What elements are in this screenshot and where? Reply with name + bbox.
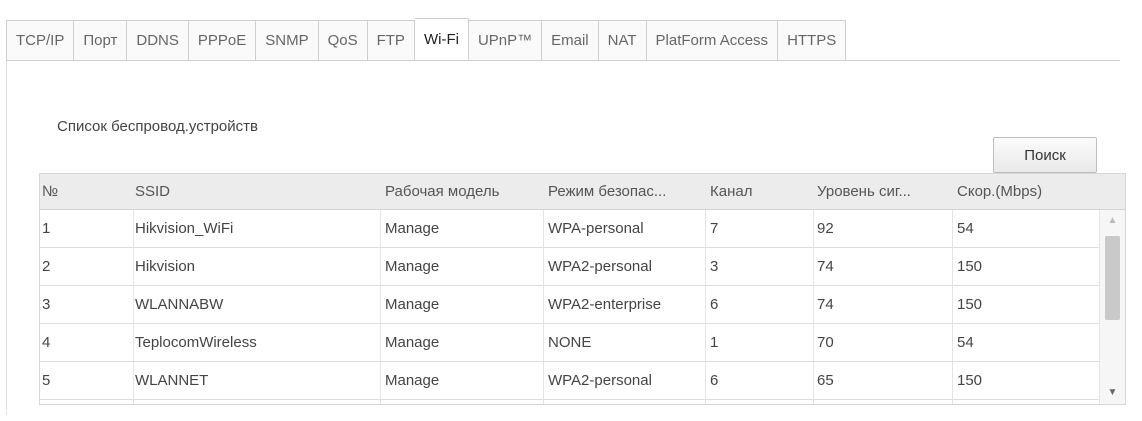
column-header-channel[interactable]: Канал (710, 183, 790, 200)
tab-pppoe[interactable]: PPPoE (188, 20, 257, 60)
cell-speed: 54 (957, 220, 974, 237)
cell-speed: 150 (957, 372, 983, 389)
tab-label: DDNS (136, 32, 179, 49)
cell-security-mode: NONE (548, 334, 592, 351)
tab-label: Wi-Fi (423, 30, 459, 48)
tab-label: PlatForm Access (655, 32, 769, 49)
cell-speed: 54 (957, 334, 974, 351)
wireless-device-table: № SSID Рабочая модель Режим безопас... К… (39, 173, 1126, 405)
cell-number: 2 (42, 258, 51, 275)
tab-upnp[interactable]: UPnP™ (468, 20, 543, 60)
column-divider (380, 210, 381, 404)
table-row[interactable]: 5 WLANNET Manage WPA2-personal 6 65 150 (40, 362, 1100, 400)
cell-ssid: Hikvision_WiFi (135, 220, 234, 237)
tab-label: QoS (327, 32, 358, 49)
column-divider (543, 210, 544, 404)
cell-work-mode: Manage (385, 258, 440, 275)
cell-number: 4 (42, 334, 51, 351)
cell-channel: 6 (710, 296, 719, 313)
cell-signal-level: 70 (817, 334, 834, 351)
table-row[interactable]: 4 TeplocomWireless Manage NONE 1 70 54 (40, 324, 1100, 362)
cell-work-mode: Manage (385, 372, 440, 389)
cell-number: 5 (42, 372, 51, 389)
tab-label: NAT (607, 32, 637, 49)
tab-label: FTP (376, 32, 405, 49)
column-header-speed[interactable]: Скор.(Mbps) (957, 183, 1087, 200)
table-row[interactable]: 1 Hikvision_WiFi Manage WPA-personal 7 9… (40, 210, 1100, 248)
cell-ssid: TeplocomWireless (135, 334, 257, 351)
cell-work-mode: Manage (385, 220, 440, 237)
table-row[interactable]: 2 Hikvision Manage WPA2-personal 3 74 15… (40, 248, 1100, 286)
tab-platform-access[interactable]: PlatForm Access (646, 20, 779, 60)
tab-label: Порт (83, 32, 118, 49)
scroll-up-icon[interactable]: ▲ (1100, 212, 1125, 230)
tab-label: TCP/IP (16, 32, 65, 49)
tab-label: UPnP™ (477, 32, 533, 49)
tab-https[interactable]: HTTPS (778, 20, 847, 60)
cell-work-mode: Manage (385, 296, 440, 313)
scrollbar-thumb[interactable] (1105, 236, 1120, 320)
column-divider (813, 210, 814, 404)
tab-tcpip[interactable]: TCP/IP (6, 20, 75, 60)
column-divider (705, 210, 706, 404)
tab-qos[interactable]: QoS (318, 20, 368, 60)
cell-channel: 3 (710, 258, 719, 275)
cell-signal-level: 92 (817, 220, 834, 237)
cell-number: 1 (42, 220, 51, 237)
cell-channel: 6 (710, 372, 719, 389)
column-header-signal-level[interactable]: Уровень сиг... (817, 183, 950, 200)
tab-email[interactable]: Email (542, 20, 599, 60)
tab-ftp[interactable]: FTP (367, 20, 415, 60)
tab-snmp[interactable]: SNMP (256, 20, 319, 60)
cell-channel: 7 (710, 220, 719, 237)
scroll-down-icon[interactable]: ▼ (1100, 384, 1125, 402)
tab-label: HTTPS (787, 32, 837, 49)
cell-security-mode: WPA-personal (548, 220, 644, 237)
column-divider (133, 210, 134, 404)
cell-security-mode: WPA2-personal (548, 372, 652, 389)
tab-ddns[interactable]: DDNS (127, 20, 189, 60)
cell-signal-level: 74 (817, 296, 834, 313)
cell-work-mode: Manage (385, 334, 440, 351)
table-row[interactable]: 3 WLANNABW Manage WPA2-enterprise 6 74 1… (40, 286, 1100, 324)
cell-ssid: WLANNET (135, 372, 209, 389)
table-scrollbar[interactable]: ▲ ▼ (1099, 210, 1125, 404)
cell-ssid: Hikvision (135, 258, 196, 275)
cell-security-mode: WPA2-enterprise (548, 296, 662, 313)
cell-ssid: WLANNABW (135, 296, 224, 313)
tab-label: PPPoE (197, 32, 247, 49)
tab-port[interactable]: Порт (74, 20, 128, 60)
column-header-security-mode[interactable]: Режим безопас... (548, 183, 711, 200)
cell-signal-level: 65 (817, 372, 834, 389)
tab-bar: TCP/IP Порт DDNS PPPoE SNMP QoS FTP Wi-F… (6, 18, 847, 60)
tab-label: SNMP (265, 32, 309, 49)
tab-wifi[interactable]: Wi-Fi (414, 18, 469, 60)
cell-signal-level: 74 (817, 258, 834, 275)
cell-speed: 150 (957, 258, 983, 275)
column-header-number[interactable]: № (42, 183, 102, 200)
cell-security-mode: WPA2-personal (548, 258, 652, 275)
device-list-title: Список беспровод.устройств (57, 118, 258, 135)
column-divider (952, 210, 953, 404)
tab-nat[interactable]: NAT (598, 20, 647, 60)
cell-speed: 150 (957, 296, 983, 313)
search-button[interactable]: Поиск (993, 137, 1097, 173)
table-header: № SSID Рабочая модель Режим безопас... К… (40, 174, 1125, 210)
column-header-ssid[interactable]: SSID (135, 183, 375, 200)
cell-channel: 1 (710, 334, 719, 351)
column-header-work-mode[interactable]: Рабочая модель (385, 183, 555, 200)
cell-number: 3 (42, 296, 51, 313)
tab-label: Email (551, 32, 589, 49)
